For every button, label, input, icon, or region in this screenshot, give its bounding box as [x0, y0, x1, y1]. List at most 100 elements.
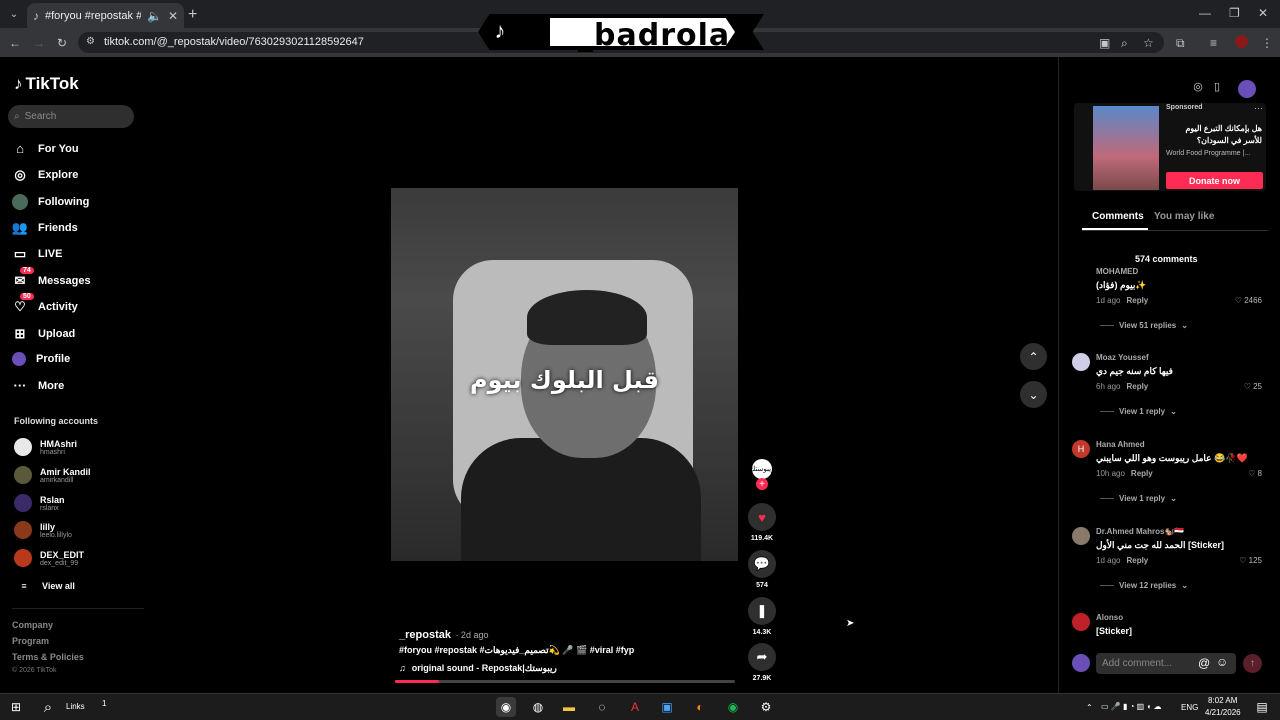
comment-action[interactable]: 💬 574: [748, 550, 776, 589]
comment-like[interactable]: ♡ 125: [1239, 556, 1262, 565]
comment-user[interactable]: Dr.Ahmed Mahros🐿️🇪🇬: [1096, 527, 1184, 536]
tab-list-icon[interactable]: ⌄: [6, 6, 22, 22]
forward-icon[interactable]: →: [33, 36, 45, 50]
follow-button[interactable]: +: [756, 478, 768, 490]
nav-friends[interactable]: 👥 Friends: [12, 220, 78, 236]
ad-more-icon[interactable]: ···: [1254, 103, 1263, 113]
messenger-icon[interactable]: ◍: [528, 697, 548, 717]
nav-messages[interactable]: ✉ 74 Messages: [12, 267, 91, 289]
creator-avatar[interactable]: ريبوستك: [750, 459, 774, 479]
profile-avatar-icon[interactable]: [1235, 35, 1248, 48]
footer-company[interactable]: Company: [12, 620, 53, 630]
next-video-button[interactable]: ⌄: [1020, 381, 1047, 408]
clock-time[interactable]: 8:02 AM: [1208, 696, 1237, 705]
firefox-icon[interactable]: ◐: [690, 697, 710, 717]
tray-chevron-icon[interactable]: ⌃: [1086, 703, 1093, 712]
clock-date[interactable]: 4/21/2026: [1205, 708, 1241, 717]
menu-dots-icon[interactable]: ⋮: [1261, 36, 1273, 50]
comment-user[interactable]: Hana Ahmed: [1096, 440, 1145, 449]
avatar[interactable]: [1072, 353, 1090, 371]
comment-user[interactable]: MOHAMED: [1096, 267, 1138, 276]
tray-icons[interactable]: ▭ 🎤 ▮ ◔ ▥ ◖ ☁: [1101, 702, 1161, 711]
send-button[interactable]: ↑: [1243, 654, 1262, 673]
nav-upload[interactable]: ⊞ Upload: [12, 326, 76, 342]
search-icon[interactable]: ⌕: [38, 697, 58, 717]
view-replies[interactable]: View 1 reply ⌄: [1100, 494, 1177, 503]
nav-for-you[interactable]: ⌂ For You: [12, 141, 78, 156]
close-window-icon[interactable]: ✕: [1258, 6, 1268, 20]
prev-video-button[interactable]: ⌃: [1020, 343, 1047, 370]
reply-button[interactable]: Reply: [1126, 382, 1148, 391]
comment-like[interactable]: ♡ 2466: [1235, 296, 1262, 305]
comment-like[interactable]: ♡ 25: [1244, 382, 1262, 391]
chrome-icon[interactable]: ◉: [496, 697, 516, 717]
video-username[interactable]: _repostak: [399, 629, 451, 641]
file-explorer-icon[interactable]: ▬: [559, 697, 579, 717]
nav-profile[interactable]: Profile: [12, 352, 70, 366]
avatar[interactable]: [1072, 527, 1090, 545]
window-icon[interactable]: ▣: [657, 697, 677, 717]
comment-like[interactable]: ♡ 8: [1248, 469, 1262, 478]
windows-start-icon[interactable]: ⊞: [6, 697, 26, 717]
footer-terms[interactable]: Terms & Policies: [12, 652, 84, 662]
coin-icon[interactable]: ◎: [1190, 80, 1206, 96]
reply-button[interactable]: Reply: [1131, 469, 1153, 478]
video-sound[interactable]: ♫ original sound - Repostak|ريبوستك: [399, 663, 557, 674]
minimize-icon[interactable]: —: [1199, 6, 1211, 20]
nav-following[interactable]: Following: [12, 194, 89, 210]
donate-button[interactable]: Donate now: [1166, 172, 1263, 189]
app-icon[interactable]: ◌: [592, 697, 612, 717]
emoji-icon[interactable]: ☺: [1216, 655, 1228, 669]
account-item[interactable]: DEX_EDIT dex_edit_99: [14, 549, 84, 567]
comment-user[interactable]: Moaz Youssef: [1096, 353, 1149, 362]
view-replies[interactable]: View 12 replies ⌄: [1100, 581, 1188, 590]
nav-activity[interactable]: ♡ 50 Activity: [12, 293, 78, 315]
speaker-icon[interactable]: 🔈: [147, 9, 162, 23]
tab-you-may-like[interactable]: You may like: [1154, 211, 1214, 222]
reply-button[interactable]: Reply: [1126, 296, 1148, 305]
like-action[interactable]: ♥ 119.4K: [748, 503, 776, 542]
notification-icon[interactable]: ▤: [1252, 697, 1272, 717]
nav-live[interactable]: ▭ LIVE: [12, 246, 63, 262]
url-text[interactable]: tiktok.com/@_repostak/video/763029302112…: [104, 36, 364, 48]
search-input[interactable]: ⌕ Search: [8, 105, 134, 128]
device-icon[interactable]: ▯: [1209, 80, 1225, 96]
nav-more[interactable]: ··· More: [12, 378, 65, 393]
language-indicator[interactable]: ENG: [1181, 703, 1198, 712]
bookmark-star-icon[interactable]: ☆: [1143, 36, 1154, 50]
comment-user[interactable]: Alonso: [1096, 613, 1123, 622]
site-info-icon[interactable]: ⚙: [86, 36, 95, 47]
view-replies[interactable]: View 1 reply ⌄: [1100, 407, 1177, 416]
media-icon[interactable]: ≡: [1210, 36, 1217, 50]
cast-icon[interactable]: ▣: [1099, 36, 1110, 50]
video-player[interactable]: قبل البلوك بيوم: [391, 188, 738, 561]
browser-tab[interactable]: ♪ #foryou #repostak #تصميم_فيديوهات 🔈 ✕: [27, 3, 184, 28]
adobe-icon[interactable]: A: [625, 697, 645, 717]
spotify-icon[interactable]: ◉: [723, 697, 743, 717]
mention-icon[interactable]: @: [1198, 656, 1210, 670]
close-tab-icon[interactable]: ✕: [168, 9, 178, 23]
avatar[interactable]: [1072, 613, 1090, 631]
save-action[interactable]: ❚ 14.3K: [748, 597, 776, 636]
avatar[interactable]: H: [1072, 440, 1090, 458]
view-all-link[interactable]: ≡ View all: [16, 581, 75, 591]
account-item[interactable]: lilly leelo.lillylo: [14, 521, 72, 539]
account-item[interactable]: Amir Kandil amirkandill: [14, 466, 91, 484]
add-comment-input[interactable]: Add comment...: [1096, 653, 1236, 674]
new-tab-button[interactable]: +: [188, 6, 197, 24]
video-progress[interactable]: [395, 680, 735, 683]
user-avatar-icon[interactable]: [1238, 80, 1256, 98]
taskbar-search-label[interactable]: Links: [66, 702, 85, 711]
zoom-icon[interactable]: ⌕: [1121, 36, 1128, 51]
reload-icon[interactable]: ↻: [57, 36, 67, 50]
view-replies[interactable]: View 51 replies ⌄: [1100, 321, 1188, 330]
share-action[interactable]: ➦ 27.9K: [748, 643, 776, 682]
footer-program[interactable]: Program: [12, 636, 49, 646]
reply-button[interactable]: Reply: [1126, 556, 1148, 565]
account-item[interactable]: Rslan rslanx: [14, 494, 65, 512]
restore-icon[interactable]: ❐: [1229, 6, 1240, 20]
settings-icon[interactable]: ⚙: [756, 697, 776, 717]
tiktok-logo[interactable]: ♪ TikTok: [14, 74, 79, 94]
account-item[interactable]: HMAshri hmashri: [14, 438, 77, 456]
nav-explore[interactable]: ◎ Explore: [12, 167, 78, 183]
